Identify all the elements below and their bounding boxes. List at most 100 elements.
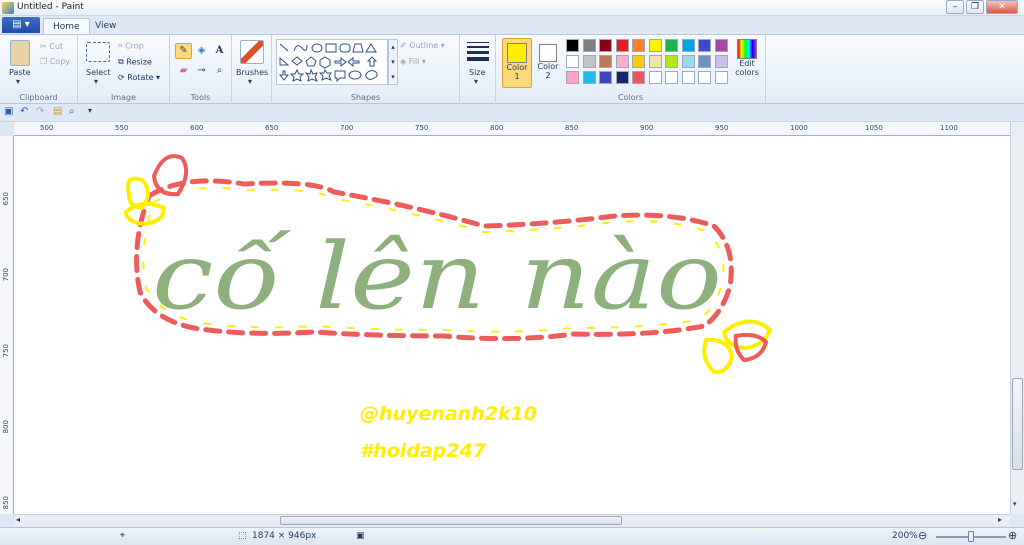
outline-button[interactable]: ✐ Outline ▾ — [400, 41, 445, 50]
vertical-scrollbar[interactable]: ▾ — [1010, 122, 1024, 514]
palette-swatch[interactable] — [599, 39, 612, 52]
vertical-ruler: 650 700 750 800 850 — [0, 136, 14, 514]
color-picker-tool[interactable]: ⊸ — [193, 63, 210, 79]
ruler-tick-label: 750 — [2, 344, 10, 358]
zoom-out-button[interactable]: ⊖ — [918, 529, 927, 542]
palette-swatch[interactable] — [615, 71, 629, 84]
palette-swatch[interactable] — [681, 55, 695, 68]
tab-home[interactable]: Home — [43, 18, 90, 35]
size-group[interactable]: Size ▾ — [460, 35, 496, 104]
palette-swatch[interactable] — [714, 39, 728, 52]
drawing-canvas[interactable]: cố lên nào @huyenanh2k10 #hoidap247 — [14, 136, 1010, 514]
scissors-icon: ✂ — [40, 42, 47, 51]
palette-swatch[interactable] — [566, 55, 579, 68]
handle-text: @huyenanh2k10 — [360, 403, 537, 425]
paste-button[interactable]: Paste — [9, 68, 31, 77]
palette-swatch[interactable] — [582, 39, 596, 52]
palette-swatch[interactable] — [681, 71, 695, 84]
ribbon-tabs: ▤ ▾ Home View — [0, 16, 1024, 35]
palette-swatch[interactable] — [648, 39, 662, 52]
lettering-text: cố lên nào — [152, 223, 722, 330]
scroll-right-icon[interactable]: ▸ — [998, 515, 1002, 524]
palette-swatch[interactable] — [698, 71, 711, 84]
text-tool[interactable]: A — [211, 43, 228, 59]
cut-button[interactable]: ✂ Cut — [40, 42, 63, 51]
palette-swatch[interactable] — [681, 39, 695, 52]
magnifier-tool[interactable]: ⌕ — [211, 63, 228, 79]
size-dropdown-icon[interactable]: ▾ — [474, 77, 478, 86]
tab-view[interactable]: View — [86, 18, 125, 35]
palette-swatch[interactable] — [582, 55, 596, 68]
zoom-slider-thumb[interactable] — [968, 531, 974, 542]
crop-icon: ⌗ — [118, 41, 123, 50]
select-icon — [86, 42, 110, 62]
size-button[interactable]: Size — [469, 68, 485, 77]
save-icon[interactable]: ▣ — [4, 106, 13, 117]
color1-button[interactable]: Color 1 — [502, 38, 532, 88]
undo-icon[interactable]: ↶ — [20, 106, 28, 117]
palette-swatch[interactable] — [665, 71, 678, 84]
ruler-tick-label: 1000 — [790, 124, 808, 132]
image-dimensions: 1874 × 946px — [252, 531, 317, 541]
palette-swatch[interactable] — [698, 39, 711, 52]
fill-tool[interactable]: ◈ — [193, 43, 210, 59]
vertical-scroll-thumb[interactable] — [1012, 378, 1023, 470]
scroll-left-icon[interactable]: ◂ — [16, 515, 20, 524]
brushes-group[interactable]: Brushes ▾ — [232, 35, 272, 104]
maximize-button[interactable]: ❐ — [966, 0, 984, 14]
rotate-button[interactable]: ⟳ Rotate ▾ — [118, 73, 160, 82]
paint-menu-button[interactable]: ▤ ▾ — [2, 17, 40, 33]
resize-button[interactable]: ⧉ Resize — [118, 57, 152, 67]
palette-swatch[interactable] — [698, 55, 711, 68]
palette-swatch[interactable] — [714, 71, 728, 84]
ruler-tick-label: 1050 — [865, 124, 883, 132]
eraser-tool[interactable]: ▰ — [175, 63, 192, 79]
customize-toolbar-icon[interactable]: ▾ — [88, 106, 92, 115]
close-button[interactable]: ✕ — [986, 0, 1018, 14]
palette-swatch[interactable] — [582, 71, 596, 84]
horizontal-scrollbar[interactable]: ◂ ▸ — [14, 514, 1010, 526]
palette-swatch[interactable] — [632, 39, 645, 52]
shapes-gallery[interactable] — [276, 39, 388, 85]
select-dropdown-icon[interactable]: ▾ — [94, 77, 98, 86]
palette-swatch[interactable] — [566, 39, 579, 52]
select-button[interactable]: Select — [86, 68, 111, 77]
palette-swatch[interactable] — [665, 55, 678, 68]
crop-button[interactable]: ⌗ Crop — [118, 41, 144, 51]
color2-button[interactable]: Color 2 — [534, 38, 562, 88]
ruler-tick-label: 650 — [265, 124, 279, 132]
palette-swatch[interactable] — [632, 71, 645, 84]
palette-swatch[interactable] — [665, 39, 678, 52]
palette-swatch[interactable] — [599, 55, 612, 68]
palette-swatch[interactable] — [615, 55, 629, 68]
shapes-gallery-icons — [278, 43, 378, 83]
pencil-tool[interactable]: ✎ — [175, 43, 192, 59]
color1-swatch — [507, 43, 527, 63]
palette-swatch[interactable] — [648, 71, 662, 84]
paste-dropdown-icon[interactable]: ▾ — [16, 77, 20, 86]
color2-number: 2 — [545, 71, 551, 80]
redo-icon[interactable]: ↷ — [36, 106, 44, 117]
horizontal-scroll-thumb[interactable] — [280, 516, 622, 525]
edit-colors-button[interactable]: Edit colors — [732, 39, 762, 77]
palette-swatch[interactable] — [566, 71, 579, 84]
shapes-group: ▴ ▾ ▾ ✐ Outline ▾ ◈ Fill ▾ Shapes — [272, 35, 460, 104]
clipboard-label: Clipboard — [19, 93, 58, 102]
print-preview-icon[interactable]: ⌕ — [69, 106, 75, 117]
palette-swatch[interactable] — [714, 55, 728, 68]
palette-swatch[interactable] — [615, 39, 629, 52]
fill-button[interactable]: ◈ Fill ▾ — [400, 57, 426, 66]
zoom-in-button[interactable]: ⊕ — [1008, 529, 1017, 542]
shapes-scroll[interactable]: ▴ ▾ ▾ — [388, 39, 398, 85]
palette-swatch[interactable] — [599, 71, 612, 84]
palette-swatch[interactable] — [648, 55, 662, 68]
minimize-button[interactable]: – — [946, 0, 964, 14]
brushes-button[interactable]: Brushes — [236, 68, 268, 77]
open-icon[interactable]: ▤ — [53, 106, 62, 117]
copy-button[interactable]: ❐ Copy — [40, 57, 70, 66]
paint-app-icon — [2, 2, 14, 14]
brushes-dropdown-icon[interactable]: ▾ — [248, 77, 252, 86]
palette-swatch[interactable] — [632, 55, 645, 68]
scroll-down-icon[interactable]: ▾ — [1013, 500, 1017, 508]
ruler-tick-label: 950 — [715, 124, 729, 132]
